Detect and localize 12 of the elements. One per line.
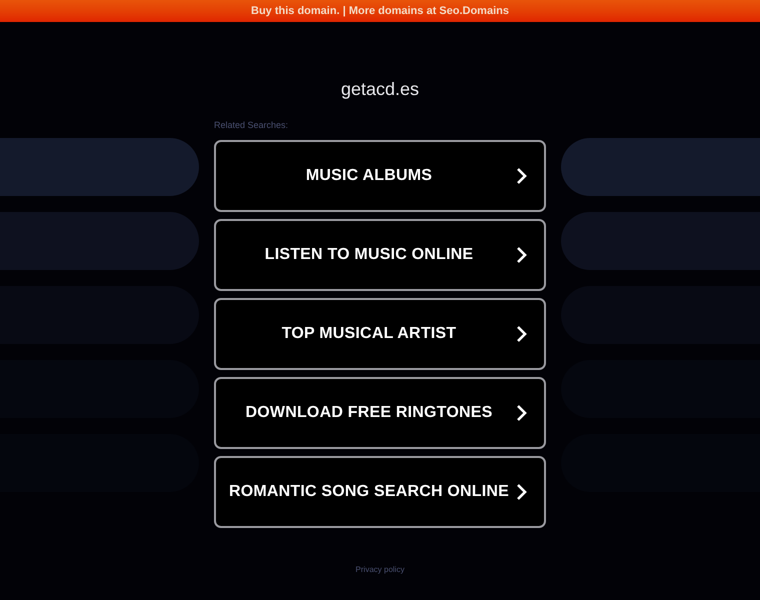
search-link-button[interactable]: MUSIC ALBUMS [214,140,546,212]
chevron-right-icon [516,246,528,264]
chevron-right-icon [516,167,528,185]
related-searches-heading: Related Searches: [214,119,290,132]
search-link-button[interactable]: DOWNLOAD FREE RINGTONES [214,377,546,449]
search-link-button[interactable]: LISTEN TO MUSIC ONLINE [214,219,546,291]
chevron-right-icon [516,404,528,422]
search-link-button[interactable]: ROMANTIC SONG SEARCH ONLINE [214,456,546,528]
search-link-button[interactable]: TOP MUSICAL ARTIST [214,298,546,370]
site-title: getacd.es [340,78,420,101]
chevron-right-icon [516,483,528,501]
chevron-right-icon [516,325,528,343]
